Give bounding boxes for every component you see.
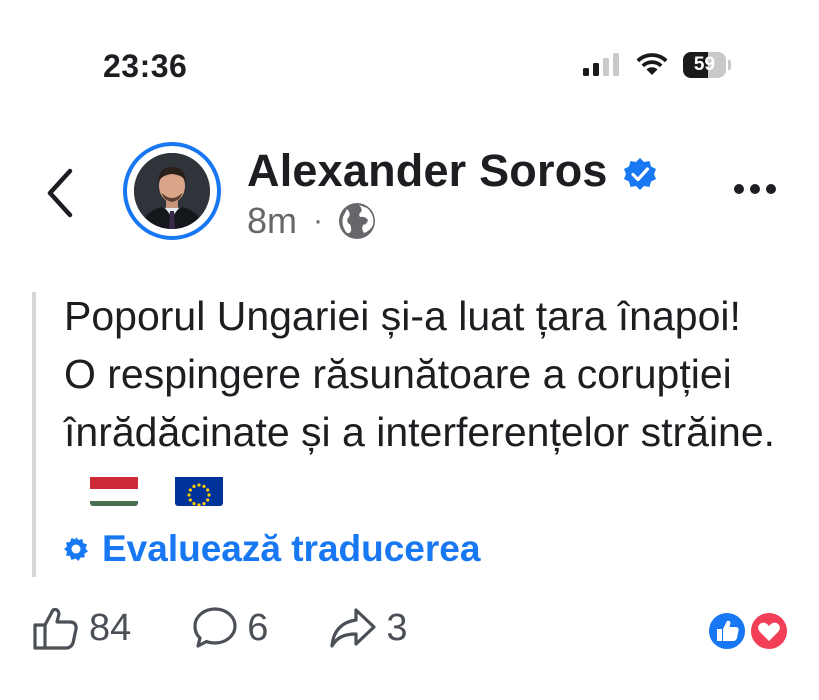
comment-button[interactable]: 6: [191, 605, 268, 651]
post-text: Poporul Ungariei și-a luat țara înapoi! …: [64, 293, 776, 455]
cellular-signal-icon: [583, 53, 619, 76]
battery-percent: 59: [693, 54, 716, 75]
eu-star: [207, 493, 212, 497]
post-meta: 8m ·: [247, 200, 377, 242]
eu-star: [202, 484, 207, 488]
eu-star: [187, 493, 192, 497]
eu-star: [197, 483, 202, 487]
like-count: 84: [89, 606, 132, 649]
eu-star: [192, 484, 197, 488]
avatar-photo: [134, 153, 210, 229]
like-reaction-icon: [707, 611, 747, 651]
eu-star: [189, 488, 193, 492]
thumbs-up-icon: [33, 607, 78, 650]
more-options-button[interactable]: [734, 184, 776, 194]
author-name[interactable]: Alexander Soros: [247, 145, 608, 197]
rate-translation-label: Evaluează traducerea: [102, 528, 481, 569]
share-button[interactable]: 3: [328, 605, 408, 651]
comment-count: 6: [247, 606, 269, 649]
status-icons: 59: [583, 52, 731, 78]
quote-bar: [32, 292, 36, 577]
rate-translation-link[interactable]: Evaluează traducerea: [62, 528, 480, 570]
love-reaction-icon: [749, 611, 789, 651]
meta-separator: ·: [313, 204, 324, 237]
flag-hungary-icon: [90, 470, 138, 506]
eu-star: [189, 498, 193, 502]
eu-star: [206, 488, 210, 492]
flag-eu-icon: [175, 470, 224, 506]
more-horizontal-icon: [734, 184, 744, 194]
like-button[interactable]: 84: [31, 605, 131, 651]
eu-star: [202, 502, 207, 506]
reactions-summary[interactable]: [707, 611, 791, 651]
wifi-icon: [636, 53, 668, 75]
author-avatar[interactable]: [123, 142, 221, 240]
share-count: 3: [386, 606, 408, 649]
comment-icon: [193, 607, 237, 648]
share-icon: [330, 608, 377, 648]
post-body: Poporul Ungariei și-a luat țara înapoi! …: [64, 287, 784, 519]
globe-icon: [339, 203, 376, 239]
status-time: 23:36: [103, 48, 188, 84]
verified-badge-icon: [624, 158, 656, 190]
post-time[interactable]: 8m: [247, 200, 297, 242]
eu-star: [206, 498, 210, 502]
post-actions: 84 6 3: [31, 605, 468, 651]
chevron-left-icon: [47, 168, 73, 218]
back-button[interactable]: [40, 167, 84, 219]
avatar: [134, 153, 210, 229]
battery-icon: 59: [683, 52, 731, 78]
eu-star: [192, 502, 197, 506]
gear-icon: [64, 537, 88, 561]
